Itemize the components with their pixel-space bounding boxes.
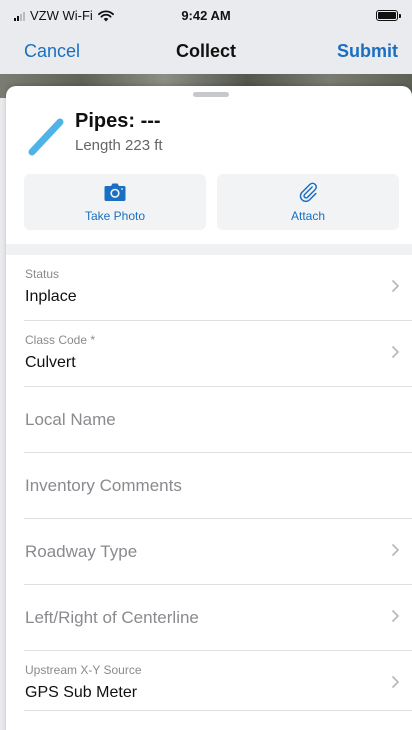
roadway-type-select[interactable]: Roadway Type <box>25 542 137 562</box>
take-photo-label: Take Photo <box>84 209 146 223</box>
status-time: 9:42 AM <box>181 8 231 23</box>
field-label: Upstream X-Y Source <box>25 663 142 677</box>
sheet-grabber[interactable] <box>193 92 229 97</box>
chevron-right-icon <box>391 279 400 293</box>
field-local-name[interactable]: Local Name <box>24 387 412 453</box>
status-bar: VZW Wi-Fi 9:42 AM <box>0 0 412 30</box>
attach-button[interactable]: Attach <box>217 174 399 230</box>
section-divider <box>6 244 412 255</box>
chevron-right-icon <box>391 675 400 689</box>
nav-bar: Cancel Collect Submit <box>0 30 412 74</box>
field-upstream-xy-source[interactable]: Upstream X-Y Source GPS Sub Meter <box>24 651 412 711</box>
field-class-code[interactable]: Class Code * Culvert <box>24 321 412 387</box>
take-photo-button[interactable]: Take Photo <box>24 174 206 230</box>
field-inventory-comments[interactable]: Inventory Comments <box>24 453 412 519</box>
field-status[interactable]: Status Inplace <box>24 255 412 321</box>
collect-sheet: Pipes: --- Length 223 ft Take Photo Atta… <box>6 86 412 730</box>
chevron-right-icon <box>391 345 400 359</box>
battery-icon <box>376 10 401 21</box>
field-left-right-centerline[interactable]: Left/Right of Centerline <box>24 585 412 651</box>
inventory-comments-input[interactable]: Inventory Comments <box>25 476 182 496</box>
local-name-input[interactable]: Local Name <box>25 410 116 430</box>
submit-button[interactable]: Submit <box>337 41 398 62</box>
pipe-line-icon <box>28 118 64 156</box>
field-value: Inplace <box>25 288 77 305</box>
field-label: Class Code * <box>25 333 96 347</box>
field-roadway-type[interactable]: Roadway Type <box>24 519 412 585</box>
feature-header: Pipes: --- Length 223 ft <box>6 108 412 168</box>
field-value: GPS Sub Meter <box>25 684 138 701</box>
field-label: Status <box>25 267 60 281</box>
attribute-list: Status Inplace Class Code * Culvert Loca… <box>6 255 412 711</box>
paperclip-icon <box>299 182 317 203</box>
chevron-right-icon <box>391 543 400 557</box>
collect-screen: VZW Wi-Fi 9:42 AM Cancel Collect Submit … <box>0 0 412 730</box>
chevron-right-icon <box>391 609 400 623</box>
camera-icon <box>104 183 126 201</box>
attach-label: Attach <box>290 209 326 223</box>
feature-length: Length 223 ft <box>75 137 163 154</box>
field-value: Culvert <box>25 354 76 371</box>
left-right-centerline-select[interactable]: Left/Right of Centerline <box>25 608 199 628</box>
feature-title: Pipes: --- <box>75 110 161 132</box>
